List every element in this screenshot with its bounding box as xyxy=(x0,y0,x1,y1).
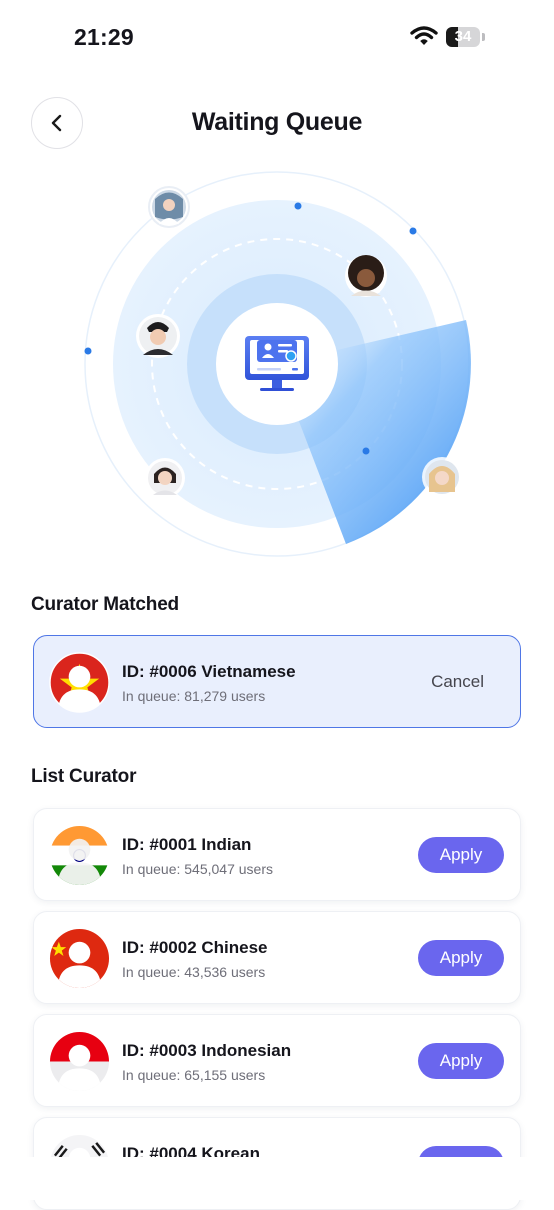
cancel-button[interactable]: Cancel xyxy=(431,672,484,692)
user-avatar-2 xyxy=(345,255,387,297)
curator-card-indian: ID: #0001 Indian In queue: 545,047 users… xyxy=(33,808,521,901)
apply-button[interactable]: Apply xyxy=(418,940,504,976)
india-flag-avatar-icon xyxy=(49,825,110,886)
curator-id: ID: #0003 Indonesian xyxy=(122,1041,292,1060)
wifi-icon xyxy=(410,26,438,45)
list-curator-heading: List Curator xyxy=(31,766,137,787)
curator-card-chinese: ID: #0002 Chinese In queue: 43,536 users… xyxy=(33,911,521,1004)
curator-queue: In queue: 43,536 users xyxy=(122,964,266,980)
apply-button[interactable]: Apply xyxy=(418,1043,504,1079)
curator-queue: In queue: 65,155 users xyxy=(122,1067,266,1083)
orbit-dot xyxy=(84,347,92,355)
queue-radar-illustration xyxy=(84,171,471,557)
curator-matched-heading: Curator Matched xyxy=(31,594,179,615)
user-avatar-5 xyxy=(422,457,462,497)
curator-card-indonesian: ID: #0003 Indonesian In queue: 65,155 us… xyxy=(33,1014,521,1107)
vietnam-flag-avatar-icon xyxy=(49,652,110,713)
page-title: Waiting Queue xyxy=(191,108,363,136)
orbit-dot xyxy=(362,447,370,455)
orbit-dot xyxy=(294,202,302,210)
user-avatar-1 xyxy=(148,186,190,228)
orbit-dot xyxy=(409,227,417,235)
user-avatar-4 xyxy=(145,458,185,498)
curator-queue: In queue: 545,047 users xyxy=(122,861,274,877)
status-bar: 21:29 34 xyxy=(0,0,554,70)
battery-tip xyxy=(482,33,485,41)
matched-curator-id: ID: #0006 Vietnamese xyxy=(122,662,296,681)
curator-id: ID: #0001 Indian xyxy=(122,835,252,854)
apply-button[interactable]: Apply xyxy=(418,837,504,873)
status-time: 21:29 xyxy=(74,24,134,50)
indonesia-flag-avatar-icon xyxy=(49,1031,110,1092)
matched-curator-card: ID: #0006 Vietnamese In queue: 81,279 us… xyxy=(33,635,521,728)
battery-icon: 34 xyxy=(446,27,480,47)
battery-level: 34 xyxy=(454,28,472,45)
list-clip-overlay xyxy=(0,1157,554,1200)
matched-curator-queue: In queue: 81,279 users xyxy=(122,688,266,704)
curator-id: ID: #0002 Chinese xyxy=(122,938,268,957)
china-flag-avatar-icon xyxy=(49,928,110,989)
user-avatar-3 xyxy=(136,314,180,358)
